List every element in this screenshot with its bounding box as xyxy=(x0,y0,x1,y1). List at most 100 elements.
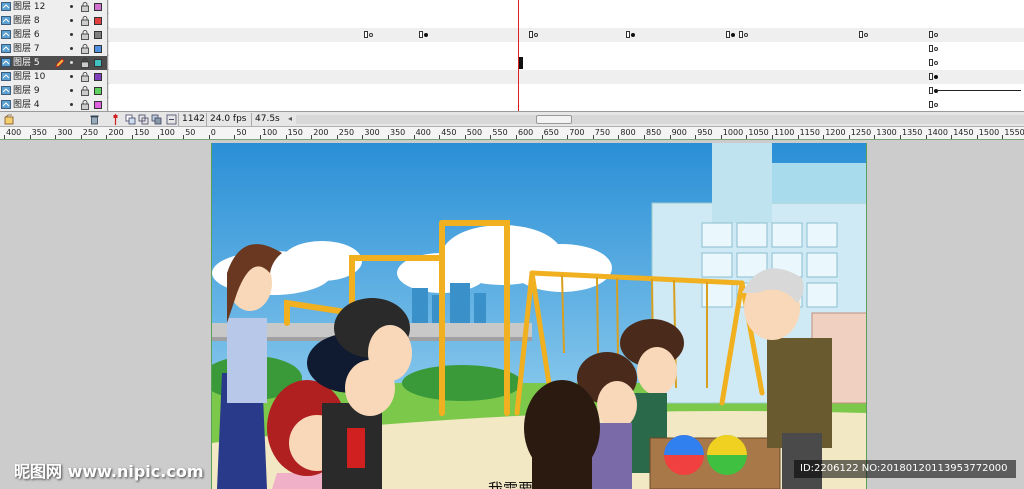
outline-color-swatch[interactable] xyxy=(94,17,102,25)
ruler-tick xyxy=(1002,135,1004,139)
lock-icon[interactable] xyxy=(81,72,89,82)
layer-header[interactable]: 图层 10 xyxy=(0,70,108,84)
keyframe[interactable] xyxy=(929,73,933,80)
layer-header[interactable]: 图层 8 xyxy=(0,14,108,28)
onion-skin-icon[interactable] xyxy=(125,114,136,125)
ruler-label: 650 xyxy=(543,128,559,137)
watermark-id: ID:2206122 NO:20180120113953772000 xyxy=(794,460,1016,478)
playhead[interactable] xyxy=(518,0,519,111)
layer-name[interactable]: 图层 5 xyxy=(13,57,40,69)
ruler-tick xyxy=(797,135,799,139)
ruler-label: 300 xyxy=(57,128,73,137)
layer-row[interactable]: 图层 9 xyxy=(0,84,1024,98)
layer-frames[interactable] xyxy=(109,56,1024,70)
layer-header[interactable]: 图层 7 xyxy=(0,42,108,56)
lock-icon[interactable] xyxy=(81,58,89,68)
ruler-tick xyxy=(669,135,671,139)
keyframe[interactable] xyxy=(364,31,368,38)
visibility-toggle[interactable] xyxy=(70,19,73,22)
layer-frames[interactable] xyxy=(109,0,1024,14)
layer-row[interactable]: 图层 5 xyxy=(0,56,1024,70)
keyframe[interactable] xyxy=(929,59,933,66)
visibility-toggle[interactable] xyxy=(70,103,73,106)
keyframe[interactable] xyxy=(929,87,933,94)
ruler-label: 1450 xyxy=(953,128,974,137)
lock-icon[interactable] xyxy=(81,16,89,26)
ruler-tick xyxy=(874,135,876,139)
keyframe[interactable] xyxy=(739,31,743,38)
keyframe[interactable] xyxy=(726,31,730,38)
outline-color-swatch[interactable] xyxy=(94,73,102,81)
outline-color-swatch[interactable] xyxy=(94,101,102,109)
keyframe[interactable] xyxy=(529,31,533,38)
layer-frames[interactable] xyxy=(109,42,1024,56)
ruler-label: 1050 xyxy=(748,128,769,137)
layer-frames[interactable] xyxy=(109,84,1024,98)
onion-skin-outlines-icon[interactable] xyxy=(138,114,149,125)
outline-color-swatch[interactable] xyxy=(94,31,102,39)
lock-icon[interactable] xyxy=(81,86,89,96)
outline-color-swatch[interactable] xyxy=(94,3,102,11)
keyframe[interactable] xyxy=(419,31,423,38)
layer-frames[interactable] xyxy=(109,28,1024,42)
layer-header[interactable]: 图层 12 xyxy=(0,0,108,14)
visibility-toggle[interactable] xyxy=(70,89,73,92)
scene-subtitle: 我需要... xyxy=(488,480,548,489)
layer-name[interactable]: 图层 12 xyxy=(13,1,45,13)
layer-row[interactable]: 图层 6 xyxy=(0,28,1024,42)
ruler-tick xyxy=(951,135,953,139)
layer-row[interactable]: 图层 7 xyxy=(0,42,1024,56)
lock-icon[interactable] xyxy=(81,2,89,12)
ruler-label: 500 xyxy=(466,128,483,137)
stage-canvas[interactable] xyxy=(211,143,867,489)
layer-name[interactable]: 图层 6 xyxy=(13,29,40,41)
layer-header[interactable]: 图层 4 xyxy=(0,98,108,112)
layer-header[interactable]: 图层 6 xyxy=(0,28,108,42)
visibility-toggle[interactable] xyxy=(70,47,73,50)
lock-icon[interactable] xyxy=(81,44,89,54)
layer-row[interactable]: 图层 8 xyxy=(0,14,1024,28)
ruler-tick xyxy=(720,135,722,139)
scrollbar-thumb[interactable] xyxy=(536,115,572,124)
layer-name[interactable]: 图层 4 xyxy=(13,99,40,111)
keyframe[interactable] xyxy=(929,45,933,52)
add-layer-icon[interactable] xyxy=(4,114,15,125)
layer-name[interactable]: 图层 8 xyxy=(13,15,40,27)
keyframe[interactable] xyxy=(626,31,630,38)
keyframe-marker xyxy=(369,33,373,37)
visibility-toggle[interactable] xyxy=(70,33,73,36)
layer-name[interactable]: 图层 7 xyxy=(13,43,40,55)
outline-color-swatch[interactable] xyxy=(94,45,102,53)
keyframe-marker xyxy=(934,103,938,107)
ruler-tick xyxy=(925,135,927,139)
keyframe-marker xyxy=(744,33,748,37)
layer-row[interactable]: 图层 12 xyxy=(0,0,1024,14)
layer-name[interactable]: 图层 9 xyxy=(13,85,40,97)
frame-rate[interactable]: 24.0 fps xyxy=(206,113,249,126)
lock-icon[interactable] xyxy=(81,30,89,40)
modify-onion-markers-icon[interactable] xyxy=(166,114,177,125)
keyframe[interactable] xyxy=(929,101,933,108)
layer-frames[interactable] xyxy=(109,14,1024,28)
layer-frames[interactable] xyxy=(109,70,1024,84)
visibility-toggle[interactable] xyxy=(70,5,73,8)
layer-row[interactable]: 图层 10 xyxy=(0,70,1024,84)
layer-name[interactable]: 图层 10 xyxy=(13,71,45,83)
layer-header[interactable]: 图层 5 xyxy=(0,56,108,70)
keyframe[interactable] xyxy=(859,31,863,38)
visibility-toggle[interactable] xyxy=(70,61,73,64)
lock-icon[interactable] xyxy=(81,100,89,110)
keyframe[interactable] xyxy=(929,31,933,38)
visibility-toggle[interactable] xyxy=(70,75,73,78)
layer-header[interactable]: 图层 9 xyxy=(0,84,108,98)
current-frame: 1142 xyxy=(178,113,208,126)
layer-row[interactable]: 图层 4 xyxy=(0,98,1024,112)
outline-color-swatch[interactable] xyxy=(94,59,102,67)
timeline-horizontal-scrollbar[interactable] xyxy=(296,115,1024,124)
center-frame-icon[interactable] xyxy=(110,114,121,125)
edit-multiple-frames-icon[interactable] xyxy=(151,114,162,125)
layer-frames[interactable] xyxy=(109,98,1024,112)
scroll-left-arrow-icon[interactable]: ◂ xyxy=(288,114,292,123)
trash-icon[interactable] xyxy=(89,114,100,125)
outline-color-swatch[interactable] xyxy=(94,87,102,95)
